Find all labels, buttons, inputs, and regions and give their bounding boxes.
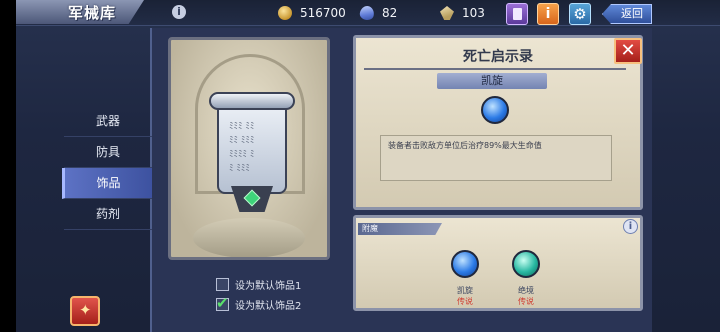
default-slot-2-label: 设为默认饰品2 [235,300,302,312]
enchant-orb-2-icon[interactable] [512,250,540,278]
skill-orb-icon[interactable] [481,96,509,124]
skill-name: 凯旋 [437,73,547,89]
info-icon[interactable]: i [172,5,186,19]
default-slot-2[interactable]: 设为默认饰品2 [216,294,302,313]
item-name: 死亡启示录 [463,49,533,65]
gem-icon [358,4,376,22]
gem-counter: 82 [358,4,398,22]
enchant-orb-1-icon[interactable] [451,250,479,278]
gem-amount: 82 [382,6,398,20]
nav-item-weapons[interactable]: 武器 [64,106,152,137]
enchant-1-name: 凯旋 [457,286,473,295]
page-title: 军械库 [68,4,117,22]
default-slot-1[interactable]: 设为默认饰品1 [216,275,301,293]
title-divider [364,68,626,70]
top-bar: 军械库 i 516700 82 103 i ⚙ 返回 [16,0,720,26]
enchant-2-name: 绝境 [518,286,534,295]
fragment-counter: 103 [440,4,485,22]
back-button[interactable]: 返回 [602,4,652,24]
enchant-info-icon[interactable]: i [623,219,638,234]
enchant-2-rarity: 传说 [518,297,534,306]
close-button[interactable]: ✕ [614,38,642,64]
info-button[interactable]: i [537,3,559,25]
fragment-amount: 103 [462,6,485,20]
checkbox-slot-1[interactable] [216,277,229,291]
default-slot-1-label: 设为默认饰品1 [235,280,302,292]
checkbox-slot-2[interactable] [216,294,229,312]
pedestal [193,218,305,257]
nav-item-armor[interactable]: 防具 [64,137,152,168]
nav-item-accessories[interactable]: 饰品 [62,168,152,199]
nav-item-potions[interactable]: 药剂 [64,199,152,230]
category-nav: 武器 防具 饰品 药剂 [62,106,152,230]
coin-amount: 516700 [300,6,346,20]
skill-description: 装备者击败敌方单位后治疗89%最大生命值 [388,141,542,150]
fragment-icon [440,6,454,20]
book-button[interactable] [506,3,528,25]
coin-icon [278,6,292,20]
scroll-item-image [217,108,287,194]
device-edge [0,0,16,332]
coin-counter: 516700 [278,4,346,22]
trophy-button[interactable] [70,296,100,326]
settings-gear-icon[interactable]: ⚙ [569,3,591,25]
item-showcase [168,37,330,260]
default-slot-checks: 设为默认饰品1 设为默认饰品2 [216,275,301,315]
enchant-1-rarity: 传说 [457,297,473,306]
enchant-title: 附魔 [358,223,442,235]
